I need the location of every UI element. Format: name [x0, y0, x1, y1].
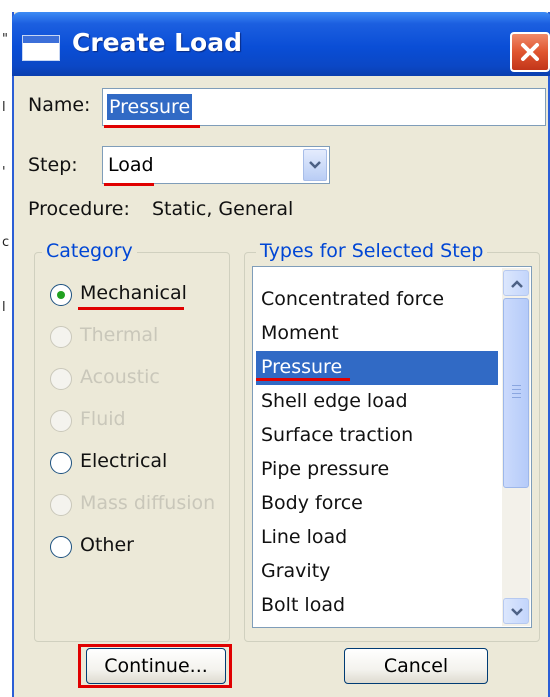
radio-label: Mass diffusion [80, 492, 216, 514]
radio-label: Mechanical [80, 282, 187, 304]
step-select[interactable]: Load [102, 146, 330, 184]
list-item[interactable]: Surface traction [256, 419, 498, 453]
types-title: Types for Selected Step [256, 240, 488, 262]
radio-label: Other [80, 534, 134, 556]
radio-mechanical[interactable]: Mechanical [50, 282, 220, 310]
radio-thermal: Thermal [50, 324, 220, 352]
list-item[interactable]: Pipe pressure [256, 453, 498, 487]
radio-button [50, 410, 72, 432]
radio-fluid: Fluid [50, 408, 220, 436]
list-item[interactable]: Line load [256, 521, 498, 555]
name-annotation-underline [104, 125, 200, 128]
mechanical-annotation-underline [78, 307, 184, 310]
chevron-down-icon [309, 161, 321, 169]
radio-button [50, 326, 72, 348]
radio-button[interactable] [50, 536, 72, 558]
step-label: Step: [28, 154, 78, 176]
radio-button [50, 368, 72, 390]
scroll-up-button[interactable] [503, 270, 529, 296]
list-item[interactable]: Moment [256, 317, 498, 351]
scroll-thumb[interactable] [503, 298, 529, 488]
name-value: Pressure [107, 94, 193, 120]
name-input[interactable]: Pressure [102, 88, 546, 126]
close-icon [521, 43, 539, 61]
category-group [34, 252, 230, 642]
step-dropdown-button[interactable] [303, 149, 327, 181]
category-title: Category [42, 240, 137, 262]
radio-acoustic: Acoustic [50, 366, 220, 394]
title-bar[interactable]: Create Load [12, 12, 550, 76]
scroll-down-button[interactable] [503, 598, 529, 624]
load-types-list[interactable]: Concentrated force Moment Pressure Shell… [252, 266, 532, 628]
list-item[interactable]: Gravity [256, 555, 498, 589]
radio-label: Thermal [80, 324, 159, 346]
pressure-annotation-underline [256, 378, 350, 381]
list-item[interactable]: Concentrated force [256, 283, 498, 317]
radio-electrical[interactable]: Electrical [50, 450, 220, 478]
list-item[interactable]: Bolt load [256, 589, 498, 623]
procedure-label: Procedure: [28, 198, 130, 220]
radio-mass-diffusion: Mass diffusion [50, 492, 220, 520]
step-annotation-underline [104, 183, 154, 186]
radio-button [50, 494, 72, 516]
continue-annotation-box [78, 644, 232, 688]
radio-selected-dot [57, 291, 65, 299]
create-load-dialog: Create Load Name: Pressure Step: Load Pr… [12, 12, 550, 697]
radio-label: Fluid [80, 408, 126, 430]
radio-label: Electrical [80, 450, 168, 472]
radio-button[interactable] [50, 452, 72, 474]
radio-other[interactable]: Other [50, 534, 220, 562]
name-label: Name: [28, 94, 91, 116]
list-item[interactable]: Body force [256, 487, 498, 521]
scroll-up-icon [511, 280, 523, 288]
procedure-value: Static, General [152, 198, 294, 220]
step-value: Load [108, 154, 154, 176]
scroll-down-icon [511, 608, 523, 616]
list-scrollbar[interactable] [502, 268, 530, 626]
window-icon [22, 35, 60, 61]
cancel-button[interactable]: Cancel [344, 648, 488, 684]
dialog-title: Create Load [72, 28, 242, 57]
list-item[interactable]: Shell edge load [256, 385, 498, 419]
radio-button[interactable] [50, 284, 72, 306]
close-button[interactable] [510, 32, 550, 72]
radio-label: Acoustic [80, 366, 160, 388]
